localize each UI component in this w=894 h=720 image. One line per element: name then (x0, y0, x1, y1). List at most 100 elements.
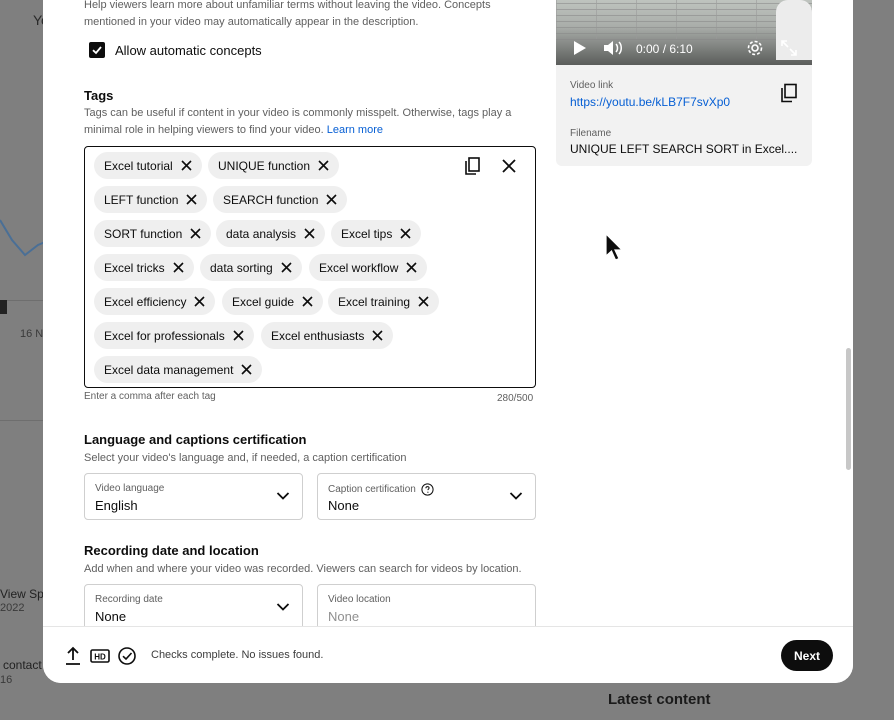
remove-tag-icon[interactable] (181, 160, 192, 171)
recording-date-value: None (95, 609, 127, 624)
remove-tag-icon[interactable] (173, 262, 184, 273)
remove-tag-icon[interactable] (372, 330, 383, 341)
video-language-label: Video language (95, 483, 165, 494)
chevron-down-icon (276, 603, 290, 611)
upload-details-dialog: Help viewers learn more about unfamiliar… (43, 0, 853, 683)
chevron-down-icon (276, 492, 290, 500)
tag-label: Excel guide (232, 294, 295, 309)
allow-concepts-label: Allow automatic concepts (115, 42, 262, 58)
remove-tag-icon[interactable] (281, 262, 292, 273)
video-language-select[interactable]: Video language English (84, 473, 303, 520)
tag-chip: UNIQUE function (208, 152, 340, 179)
mouse-cursor-icon (605, 233, 624, 261)
allow-concepts-row[interactable]: Allow automatic concepts (89, 42, 262, 58)
tag-chip: Excel data management (94, 356, 263, 383)
remove-tag-icon[interactable] (418, 296, 429, 307)
remove-tag-icon[interactable] (241, 364, 252, 375)
remove-tag-icon[interactable] (233, 330, 244, 341)
tag-chip: Excel for professionals (94, 322, 254, 349)
video-location-placeholder: None (328, 609, 360, 624)
language-description: Select your video's language and, if nee… (84, 452, 407, 464)
video-time: 0:00 / 6:10 (636, 42, 693, 56)
caption-certification-value: None (328, 498, 360, 513)
remove-tag-icon[interactable] (186, 194, 198, 205)
tag-chip: LEFT function (94, 186, 208, 213)
recording-date-select[interactable]: Recording date None (84, 584, 303, 626)
tags-count: 280/500 (497, 393, 534, 404)
caption-certification-label: Caption certification (328, 484, 416, 495)
video-location-label: Video location (328, 594, 391, 605)
tags-description: Tags can be useful if content in your vi… (84, 105, 524, 139)
tag-label: Excel enthusiasts (271, 328, 365, 343)
tag-chip: SORT function (94, 220, 212, 247)
tag-chip: Excel guide (222, 288, 324, 315)
remove-tag-icon[interactable] (318, 160, 329, 171)
tag-label: LEFT function (104, 192, 179, 207)
caption-certification-label-row: Caption certification (328, 483, 434, 496)
dialog-scroll-area[interactable]: Help viewers learn more about unfamiliar… (43, 0, 853, 626)
volume-icon[interactable] (603, 39, 625, 57)
remove-tag-icon[interactable] (400, 228, 411, 239)
tags-input-box[interactable]: Excel tutorial UNIQUE function LEFT func… (84, 146, 536, 388)
next-button[interactable]: Next (781, 640, 833, 671)
background-latest-content: Latest content (608, 691, 711, 708)
help-icon[interactable] (421, 483, 434, 496)
filename-value: UNIQUE LEFT SEARCH SORT in Excel.... (570, 142, 798, 156)
video-location-input[interactable]: Video location None (317, 584, 536, 626)
settings-gear-icon[interactable] (746, 39, 764, 57)
background-number: 16 (0, 674, 13, 686)
video-link-label: Video link (570, 80, 614, 91)
tag-chip: Excel training (328, 288, 440, 315)
tag-label: SORT function (104, 226, 183, 241)
dialog-footer: HD Checks complete. No issues found. Nex… (43, 626, 853, 683)
background-date: 16 N (20, 328, 44, 340)
tag-chip: data sorting (200, 254, 302, 281)
tag-label: Excel workflow (319, 260, 399, 275)
recording-description: Add when and where your video was record… (84, 563, 522, 575)
thumbnail-spreadsheet (556, 0, 812, 40)
tag-chip: Excel efficiency (94, 288, 216, 315)
play-icon[interactable] (572, 40, 588, 56)
background-year: 2022 (0, 602, 25, 614)
allow-concepts-checkbox[interactable] (89, 42, 105, 58)
tag-chip: data analysis (216, 220, 326, 247)
filename-label: Filename (570, 128, 612, 139)
tag-label: Excel tricks (104, 260, 165, 275)
tag-label: UNIQUE function (218, 158, 311, 173)
background-play-marker (0, 300, 7, 314)
remove-tag-icon[interactable] (194, 296, 206, 307)
remove-tag-icon[interactable] (302, 296, 313, 307)
learn-more-link[interactable]: Learn more (327, 124, 383, 136)
remove-tag-icon[interactable] (304, 228, 315, 239)
tags-title: Tags (84, 88, 114, 103)
upload-icon[interactable] (63, 646, 83, 666)
concepts-description-line2: mentioned in your video may automaticall… (84, 16, 419, 28)
checks-status: Checks complete. No issues found. (151, 649, 324, 661)
recording-title: Recording date and location (84, 543, 259, 558)
remove-tag-icon[interactable] (190, 228, 201, 239)
tag-chip: Excel workflow (309, 254, 428, 281)
checks-complete-icon[interactable] (117, 646, 137, 666)
tag-label: Excel training (338, 294, 411, 309)
remove-tag-icon[interactable] (326, 194, 337, 205)
hd-icon[interactable]: HD (90, 646, 110, 666)
clear-tags-icon[interactable] (499, 156, 519, 176)
video-preview-card: 0:00 / 6:10 Video link https://youtu.be/… (556, 0, 812, 166)
video-link[interactable]: https://youtu.be/kLB7F7svXp0 (570, 95, 730, 109)
tag-label: Excel data management (104, 362, 234, 377)
remove-tag-icon[interactable] (406, 262, 417, 273)
copy-tags-icon[interactable] (463, 156, 483, 176)
tag-chip: Excel enthusiasts (261, 322, 394, 349)
dialog-scrollbar[interactable] (846, 348, 851, 470)
caption-certification-select[interactable]: Caption certification None (317, 473, 536, 520)
tag-chip: Excel tricks (94, 254, 194, 281)
tag-label: data sorting (210, 260, 273, 275)
copy-link-icon[interactable] (780, 83, 798, 103)
tag-chip: Excel tips (331, 220, 422, 247)
language-title: Language and captions certification (84, 432, 307, 447)
svg-text:HD: HD (94, 653, 106, 662)
video-thumbnail[interactable]: 0:00 / 6:10 (556, 0, 812, 65)
tag-chip: Excel tutorial (94, 152, 202, 179)
fullscreen-icon[interactable] (780, 39, 798, 57)
background-contact-text: contact (3, 658, 42, 672)
